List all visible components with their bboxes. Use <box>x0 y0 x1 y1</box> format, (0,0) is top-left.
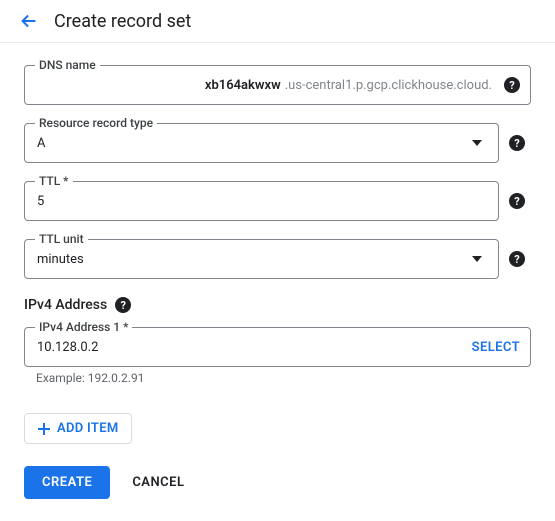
dns-name-suffix: .us-central1.p.gcp.clickhouse.cloud. <box>285 78 492 93</box>
chevron-down-icon <box>472 256 482 262</box>
ipv4-section-title: IPv4 Address <box>24 297 107 313</box>
ipv4-select-button[interactable]: SELECT <box>472 340 520 355</box>
ipv4-address-1-field[interactable]: IPv4 Address 1 * SELECT <box>24 327 531 367</box>
help-icon[interactable]: ? <box>509 251 525 267</box>
record-type-value: A <box>37 136 45 151</box>
add-item-button[interactable]: ADD ITEM <box>24 413 132 444</box>
ttl-unit-value: minutes <box>37 252 84 267</box>
ttl-unit-label: TTL unit <box>35 232 88 246</box>
ipv4-address-1-label: IPv4 Address 1 * <box>35 320 132 334</box>
ttl-unit-select[interactable]: TTL unit minutes <box>24 239 499 279</box>
page-title: Create record set <box>54 11 191 32</box>
record-type-label: Resource record type <box>35 116 157 130</box>
cancel-button[interactable]: CANCEL <box>132 475 184 490</box>
actions-row: CREATE CANCEL <box>24 466 531 499</box>
ipv4-address-group: IPv4 Address 1 * SELECT Example: 192.0.2… <box>24 327 531 385</box>
create-button[interactable]: CREATE <box>24 466 110 499</box>
dns-name-field-wrap: DNS name xb164akwxw .us-central1.p.gcp.c… <box>24 65 531 105</box>
ipv4-address-1-input[interactable] <box>37 340 464 355</box>
ttl-field-wrap: TTL * ? <box>24 181 499 221</box>
ttl-field[interactable]: TTL * <box>24 181 499 221</box>
dns-name-field[interactable]: DNS name xb164akwxw .us-central1.p.gcp.c… <box>24 65 531 105</box>
back-arrow-icon[interactable] <box>18 10 40 32</box>
chevron-down-icon <box>472 140 482 146</box>
help-icon[interactable]: ? <box>509 193 525 209</box>
dns-name-label: DNS name <box>35 58 100 72</box>
ipv4-section-heading: IPv4 Address ? <box>24 297 531 313</box>
help-icon[interactable]: ? <box>509 135 525 151</box>
ipv4-address-1-wrap: IPv4 Address 1 * SELECT <box>24 327 531 367</box>
page-header: Create record set <box>0 0 555 43</box>
dns-name-value: xb164akwxw <box>205 78 281 93</box>
ttl-label: TTL * <box>35 174 73 188</box>
record-type-select[interactable]: Resource record type A <box>24 123 499 163</box>
plus-icon <box>37 422 51 436</box>
ipv4-hint: Example: 192.0.2.91 <box>36 371 531 385</box>
form-area: DNS name xb164akwxw .us-central1.p.gcp.c… <box>0 43 555 517</box>
help-icon[interactable]: ? <box>115 297 131 313</box>
record-type-field-wrap: Resource record type A ? <box>24 123 499 163</box>
ttl-unit-field-wrap: TTL unit minutes ? <box>24 239 499 279</box>
ttl-input[interactable] <box>37 194 488 209</box>
help-icon[interactable]: ? <box>504 77 520 93</box>
add-item-label: ADD ITEM <box>57 421 119 436</box>
